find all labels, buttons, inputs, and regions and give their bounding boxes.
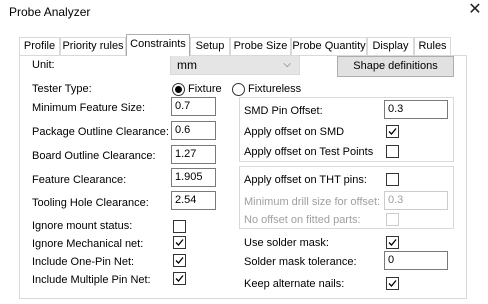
checkmark-icon <box>388 239 397 246</box>
package-outline-clearance-input[interactable]: 0.6 <box>171 121 216 140</box>
apply-offset-smd-label: Apply offset on SMD <box>244 126 345 138</box>
no-offset-fitted-checkbox <box>386 213 399 226</box>
tooling-hole-clearance-input[interactable]: 2.54 <box>171 191 216 210</box>
solder-mask-tolerance-input[interactable]: 0 <box>384 251 448 270</box>
board-outline-clearance-label: Board Outline Clearance: <box>32 150 156 162</box>
include-multiple-pin-net-checkbox[interactable] <box>173 272 186 285</box>
min-drill-size-input: 0.3 <box>384 191 448 210</box>
feature-clearance-input[interactable]: 1.905 <box>171 168 216 187</box>
shape-definitions-button[interactable]: Shape definitions <box>337 56 454 77</box>
min-feature-size-label: Minimum Feature Size: <box>32 102 146 114</box>
unit-label: Unit: <box>32 59 55 71</box>
ignore-mechanical-net-checkbox[interactable] <box>173 236 186 249</box>
keep-alternate-nails-checkbox[interactable] <box>386 277 399 290</box>
include-multiple-pin-net-label: Include Multiple Pin Net: <box>32 274 151 286</box>
include-one-pin-net-label: Include One-Pin Net: <box>32 256 135 268</box>
radio-fixture-label: Fixture <box>188 83 222 95</box>
checkmark-icon <box>388 128 397 135</box>
min-drill-size-label: Minimum drill size for offset: <box>244 196 381 208</box>
board-outline-clearance-input[interactable]: 1.27 <box>171 145 216 164</box>
apply-offset-test-points-label: Apply offset on Test Points <box>244 146 374 158</box>
min-feature-size-input[interactable]: 0.7 <box>171 97 216 116</box>
apply-offset-tht-checkbox[interactable] <box>386 173 399 186</box>
checkmark-icon <box>388 280 397 287</box>
solder-mask-tolerance-label: Solder mask tolerance: <box>244 256 357 268</box>
radio-fixture[interactable] <box>172 83 185 96</box>
no-offset-fitted-label: No offset on fitted parts: <box>244 214 361 226</box>
close-icon[interactable]: ✕ <box>466 1 484 19</box>
tab-setup[interactable]: Setup <box>190 37 230 55</box>
use-solder-mask-label: Use solder mask: <box>244 237 329 249</box>
package-outline-clearance-label: Package Outline Clearance: <box>32 126 169 138</box>
apply-offset-tht-label: Apply offset on THT pins: <box>244 174 367 186</box>
window-title: Probe Analyzer <box>9 5 91 19</box>
checkmark-icon <box>175 239 184 246</box>
tab-priority-rules[interactable]: Priority rules <box>60 37 126 55</box>
unit-value: mm <box>177 58 197 72</box>
smd-pin-offset-label: SMD Pin Offset: <box>244 105 323 117</box>
keep-alternate-nails-label: Keep alternate nails: <box>244 278 345 290</box>
smd-pin-offset-input[interactable]: 0.3 <box>384 100 448 119</box>
radio-fixtureless-label: Fixtureless <box>248 83 302 95</box>
tab-display[interactable]: Display <box>367 37 414 55</box>
ignore-mount-status-label: Ignore mount status: <box>32 220 133 232</box>
tab-constraints[interactable]: Constraints <box>126 34 190 56</box>
ignore-mechanical-net-label: Ignore Mechanical net: <box>32 238 144 250</box>
include-one-pin-net-checkbox[interactable] <box>173 254 186 267</box>
radio-fixtureless[interactable] <box>232 83 245 96</box>
feature-clearance-label: Feature Clearance: <box>32 174 127 186</box>
tester-type-label: Tester Type: <box>32 83 92 95</box>
unit-select[interactable]: mm ⌵ <box>170 55 300 75</box>
apply-offset-smd-checkbox[interactable] <box>386 125 399 138</box>
tab-profile[interactable]: Profile <box>19 37 60 55</box>
ignore-mount-status-checkbox[interactable] <box>173 220 186 233</box>
use-solder-mask-checkbox[interactable] <box>386 236 399 249</box>
checkmark-icon <box>175 275 184 282</box>
tooling-hole-clearance-label: Tooling Hole Clearance: <box>32 197 149 209</box>
tab-rules[interactable]: Rules <box>414 37 451 55</box>
chevron-down-icon: ⌵ <box>283 59 291 70</box>
radio-selected-dot <box>175 86 182 93</box>
tab-probe-size[interactable]: Probe Size <box>230 37 291 55</box>
tab-probe-quantity[interactable]: Probe Quantity <box>291 37 367 55</box>
apply-offset-test-points-checkbox[interactable] <box>386 145 399 158</box>
checkmark-icon <box>175 257 184 264</box>
